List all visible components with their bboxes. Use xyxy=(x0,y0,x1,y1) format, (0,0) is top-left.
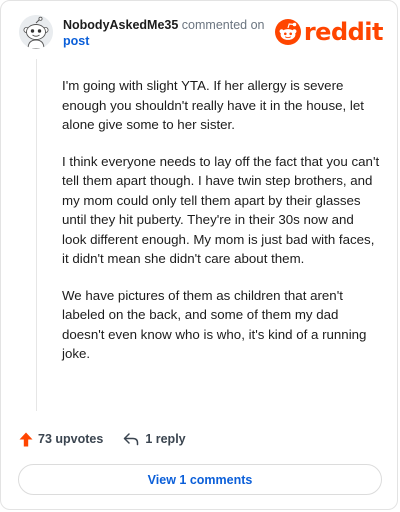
post-link[interactable]: post xyxy=(63,33,264,49)
username-link[interactable]: NobodyAskedMe35 xyxy=(63,18,178,32)
thread-line[interactable] xyxy=(36,59,37,411)
comment-body: I'm going with slight YTA. If her allerg… xyxy=(62,76,380,381)
comment-paragraph: I'm going with slight YTA. If her allerg… xyxy=(62,78,364,132)
view-comments-button[interactable]: View 1 comments xyxy=(18,464,382,495)
snoo-avatar-icon xyxy=(19,15,53,49)
comment-paragraph: I think everyone needs to lay off the fa… xyxy=(62,153,380,267)
upvote-count: 73 upvotes xyxy=(38,432,104,446)
comment-actions: 73 upvotes 1 reply xyxy=(19,429,186,449)
user-avatar[interactable] xyxy=(19,15,53,49)
reddit-logo[interactable]: reddit xyxy=(274,17,384,47)
upvote-button[interactable]: 73 upvotes xyxy=(19,432,103,447)
upvote-arrow-icon xyxy=(19,432,33,446)
reddit-snoo-icon xyxy=(274,19,301,45)
comment-paragraph: We have pictures of them as children tha… xyxy=(62,287,367,362)
comment-card: NobodyAskedMe35 commented on post reddit… xyxy=(0,0,398,510)
reply-button[interactable]: 1 reply xyxy=(123,432,186,446)
comment-meta: NobodyAskedMe35 commented on post xyxy=(63,17,264,49)
reply-count: 1 reply xyxy=(145,432,186,446)
reddit-wordmark: reddit xyxy=(303,18,384,46)
reply-arrow-icon xyxy=(124,433,139,446)
commented-on-text: commented on xyxy=(181,18,265,32)
comment-header: NobodyAskedMe35 commented on post reddit xyxy=(19,13,384,53)
